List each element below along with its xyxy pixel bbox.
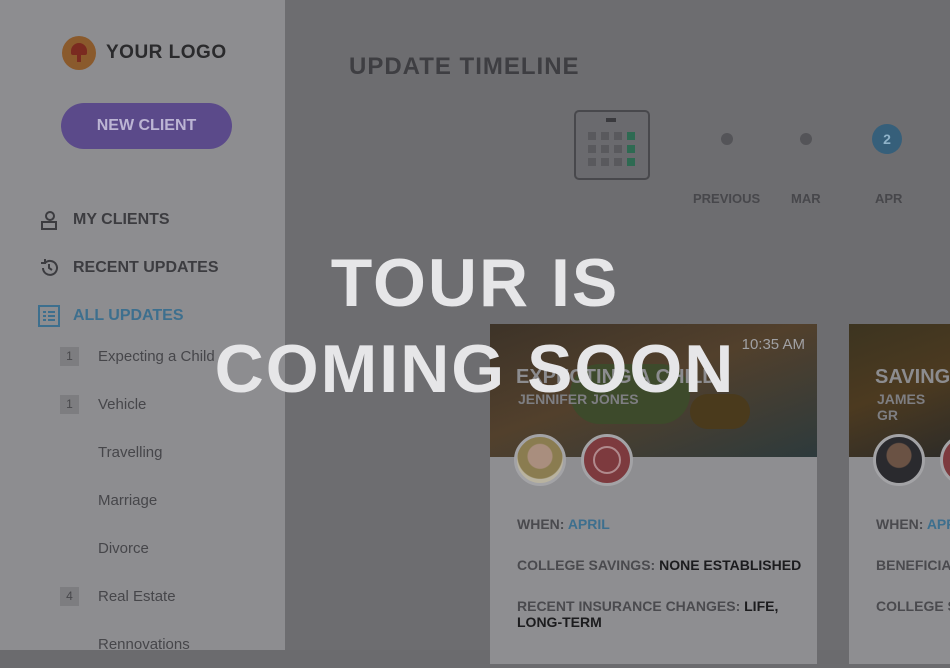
timeline-dot-previous[interactable] bbox=[721, 133, 733, 145]
count-badge bbox=[60, 443, 79, 462]
overlay-line-1: TOUR IS bbox=[330, 245, 620, 321]
update-card[interactable]: SAVING JAMES GR WHEN: APR BENEFICIA COLL… bbox=[849, 324, 950, 664]
category-item-marriage[interactable]: Marriage bbox=[60, 476, 280, 524]
card-college-savings: COLLEGE SAVINGS: NONE ESTABLISHED bbox=[517, 557, 801, 573]
count-badge bbox=[60, 539, 79, 558]
app-window: YOUR LOGO NEW CLIENT MY CLIENTS RECENT U… bbox=[0, 0, 950, 664]
card-when-value: APR bbox=[926, 516, 950, 532]
card-when: WHEN: APRIL bbox=[517, 516, 610, 532]
timeline-label-apr: APR bbox=[875, 191, 903, 206]
category-label: Marriage bbox=[98, 491, 158, 509]
category-label: Vehicle bbox=[98, 395, 147, 413]
card-when: WHEN: APR bbox=[876, 516, 950, 532]
sidebar-item-label: RECENT UPDATES bbox=[73, 259, 219, 276]
new-client-button[interactable]: NEW CLIENT bbox=[61, 103, 232, 149]
count-badge: 4 bbox=[60, 586, 79, 606]
history-icon bbox=[38, 257, 60, 279]
category-label: Real Estate bbox=[98, 587, 176, 605]
sidebar-item-label: ALL UPDATES bbox=[73, 307, 184, 324]
list-icon bbox=[38, 305, 60, 327]
timeline-dot-mar[interactable] bbox=[800, 133, 812, 145]
timeline-dot-apr[interactable]: 2 bbox=[872, 124, 902, 154]
card-field-value: NONE ESTABLISHED bbox=[659, 557, 802, 573]
category-item-real-estate[interactable]: 4 Real Estate bbox=[60, 572, 280, 620]
card-insurance-changes: RECENT INSURANCE CHANGES: LIFE, LONG-TER… bbox=[517, 598, 787, 630]
clients-icon bbox=[38, 209, 60, 231]
logo-text: YOUR LOGO bbox=[106, 42, 227, 63]
card-time: 10:35 AM bbox=[741, 336, 805, 353]
sidebar-item-my-clients[interactable]: MY CLIENTS bbox=[38, 196, 278, 244]
card-beneficiary: BENEFICIA bbox=[876, 557, 950, 573]
logo[interactable]: YOUR LOGO bbox=[62, 36, 227, 70]
category-item-divorce[interactable]: Divorce bbox=[60, 524, 280, 572]
calendar-ring bbox=[606, 118, 616, 122]
card-client-name: JAMES GR bbox=[877, 391, 926, 423]
sidebar-item-label: MY CLIENTS bbox=[73, 211, 170, 228]
logo-mark-icon bbox=[62, 36, 96, 70]
count-badge bbox=[60, 635, 79, 654]
baby-icon bbox=[581, 434, 633, 486]
category-item-rennovations[interactable]: Rennovations bbox=[60, 620, 280, 668]
card-field-label: RECENT INSURANCE CHANGES: bbox=[517, 598, 741, 614]
category-item-travelling[interactable]: Travelling bbox=[60, 428, 280, 476]
card-when-label: WHEN: bbox=[517, 516, 565, 532]
card-title: SAVING bbox=[875, 366, 950, 388]
page-title: UPDATE TIMELINE bbox=[349, 53, 580, 80]
card-when-value: APRIL bbox=[567, 516, 610, 532]
overlay-line-2: COMING SOON bbox=[214, 331, 736, 407]
card-when-label: WHEN: bbox=[876, 516, 924, 532]
category-label: Expecting a Child bbox=[98, 347, 215, 365]
card-college-savings: COLLEGE S bbox=[876, 598, 950, 614]
client-avatar[interactable] bbox=[873, 434, 925, 486]
client-avatar[interactable] bbox=[514, 434, 566, 486]
category-label: Divorce bbox=[98, 539, 149, 557]
calendar-icon[interactable] bbox=[574, 110, 650, 180]
timeline-label-previous: PREVIOUS bbox=[693, 191, 761, 206]
calendar-grid bbox=[588, 132, 635, 166]
category-label: Travelling bbox=[98, 443, 163, 461]
timeline-label-mar: MAR bbox=[791, 191, 821, 206]
count-badge bbox=[60, 491, 79, 510]
coming-soon-overlay: TOUR IS COMING SOON bbox=[200, 240, 750, 412]
count-badge: 1 bbox=[60, 394, 79, 414]
card-field-label: COLLEGE SAVINGS: bbox=[517, 557, 656, 573]
count-badge: 1 bbox=[60, 346, 79, 366]
